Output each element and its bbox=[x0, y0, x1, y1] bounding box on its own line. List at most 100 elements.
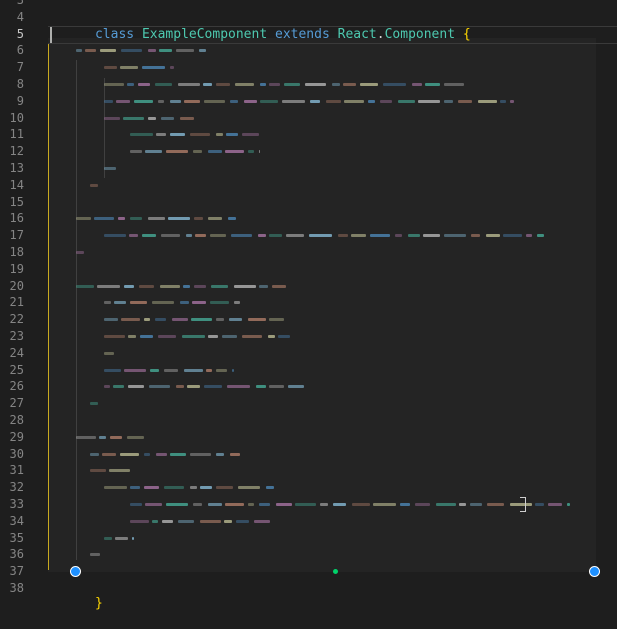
obscured-token bbox=[170, 452, 186, 456]
obscured-token bbox=[276, 503, 292, 506]
obscured-token bbox=[128, 335, 136, 338]
obscured-token bbox=[344, 99, 364, 103]
obscured-token bbox=[458, 99, 472, 103]
obscured-token bbox=[166, 150, 188, 154]
obscured-token bbox=[503, 234, 522, 238]
obscured-token bbox=[282, 99, 305, 103]
obscured-token bbox=[90, 183, 98, 187]
obscured-token bbox=[351, 234, 366, 238]
obscured-token bbox=[148, 116, 156, 120]
obscured-token bbox=[191, 318, 212, 322]
obscured-token bbox=[444, 83, 464, 86]
obscured-token bbox=[204, 385, 222, 389]
obscured-token bbox=[272, 284, 286, 288]
obscured-token bbox=[210, 234, 226, 238]
obscured-token bbox=[510, 99, 514, 103]
obscured-token bbox=[100, 49, 116, 53]
obscured-token bbox=[90, 402, 98, 406]
obscured-token bbox=[332, 83, 340, 86]
obscured-token bbox=[123, 116, 144, 120]
obscured-token bbox=[192, 301, 206, 305]
obscured-token bbox=[326, 99, 341, 103]
obscured-token bbox=[268, 335, 275, 338]
obscured-token bbox=[208, 150, 222, 154]
obscured-token bbox=[104, 83, 124, 86]
selection-handle-center[interactable] bbox=[333, 569, 338, 574]
obscured-token bbox=[155, 83, 172, 86]
obscured-token bbox=[487, 503, 504, 506]
obscured-token bbox=[352, 503, 370, 506]
line-number: 20 bbox=[9, 278, 24, 293]
obscured-token bbox=[104, 167, 116, 170]
obscured-token bbox=[139, 284, 154, 288]
obscured-token bbox=[168, 217, 190, 221]
obscured-token bbox=[338, 234, 348, 238]
obscured-token bbox=[140, 335, 153, 338]
obscured-token bbox=[124, 368, 146, 372]
obscured-token bbox=[113, 385, 124, 389]
base-class-name: Component bbox=[384, 27, 456, 42]
line-number: 11 bbox=[9, 127, 24, 142]
obscured-token bbox=[150, 368, 159, 372]
obscured-token bbox=[102, 452, 116, 456]
obscured-token bbox=[295, 503, 316, 506]
obscured-token bbox=[444, 234, 466, 238]
obscured-token bbox=[210, 301, 229, 305]
code-editor[interactable]: 3 4 5 6 7 8 9 10 11 12 13 14 15 16 17 18 19 20 21 22 23 24 25 2… bbox=[0, 0, 617, 611]
obscured-token bbox=[120, 66, 138, 70]
obscured-token bbox=[226, 133, 238, 137]
obscured-token bbox=[187, 385, 200, 389]
code-area[interactable]: class ExampleComponent extends React.Com… bbox=[48, 0, 617, 611]
obscured-token bbox=[76, 435, 96, 439]
obscured-token bbox=[142, 66, 165, 70]
obscured-token bbox=[248, 318, 266, 322]
obscured-token bbox=[208, 503, 222, 506]
obscured-token bbox=[149, 385, 170, 389]
obscured-token bbox=[216, 452, 224, 456]
obscured-token bbox=[99, 435, 106, 439]
line-number: 21 bbox=[9, 295, 24, 310]
obscured-token bbox=[320, 503, 328, 506]
obscured-token bbox=[190, 486, 197, 490]
obscured-token bbox=[343, 83, 356, 86]
obscured-token bbox=[152, 301, 174, 305]
selection-handle-right[interactable] bbox=[589, 566, 600, 577]
obscured-token bbox=[144, 486, 159, 490]
line-number: 4 bbox=[16, 9, 24, 24]
obscured-token bbox=[383, 83, 406, 86]
class-declaration-line: class ExampleComponent extends React.Com… bbox=[48, 9, 471, 42]
line-number: 7 bbox=[16, 60, 24, 75]
obscured-token bbox=[418, 99, 440, 103]
obscured-token bbox=[288, 385, 304, 389]
obscured-token bbox=[278, 335, 290, 338]
line-number: 10 bbox=[9, 110, 24, 125]
selection-handle-left[interactable] bbox=[70, 566, 81, 577]
obscured-token bbox=[373, 503, 396, 506]
obscured-token bbox=[224, 519, 232, 523]
obscured-token bbox=[229, 318, 242, 322]
obscured-token bbox=[164, 368, 178, 372]
line-number: 22 bbox=[9, 312, 24, 327]
obscured-token bbox=[225, 150, 244, 154]
line-number: 30 bbox=[9, 446, 24, 461]
obscured-token bbox=[500, 99, 506, 103]
obscured-token bbox=[160, 284, 180, 288]
obscured-token bbox=[471, 234, 480, 238]
obscured-token bbox=[116, 99, 130, 103]
obscured-token bbox=[176, 385, 184, 389]
obscured-token bbox=[478, 99, 497, 103]
obscured-token bbox=[195, 234, 206, 238]
obscured-token bbox=[537, 234, 544, 238]
obscured-token bbox=[208, 335, 218, 338]
obscured-token bbox=[104, 318, 118, 322]
line-number: 23 bbox=[9, 329, 24, 343]
indent-guide-nested bbox=[104, 78, 105, 178]
line-number: 16 bbox=[9, 211, 24, 226]
obscured-token bbox=[130, 486, 140, 490]
obscured-token bbox=[130, 519, 149, 523]
obscured-token bbox=[423, 234, 440, 238]
obscured-token bbox=[170, 99, 181, 103]
obscured-token bbox=[176, 49, 194, 53]
line-number: 27 bbox=[9, 396, 24, 411]
line-number: 12 bbox=[9, 144, 24, 159]
